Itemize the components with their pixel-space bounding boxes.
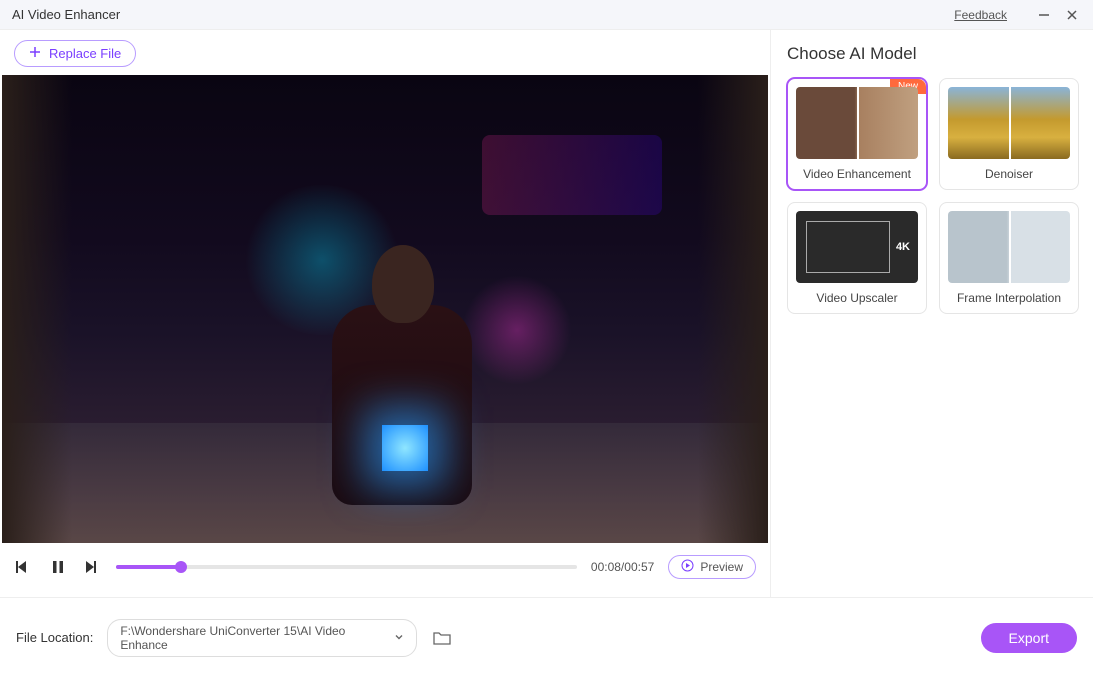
player-controls: 00:08/00:57 Preview [0,543,770,591]
export-button[interactable]: Export [981,623,1077,653]
footer: File Location: F:\Wondershare UniConvert… [0,597,1093,677]
plus-icon [29,46,41,61]
minimize-button[interactable] [1035,6,1053,24]
file-location-select[interactable]: F:\Wondershare UniConverter 15\AI Video … [107,619,417,657]
pause-button[interactable] [48,557,68,577]
right-pane: Choose AI Model New Video Enhancement De… [770,30,1093,597]
model-thumbnail [796,87,918,159]
file-location-label: File Location: [16,630,93,645]
model-denoiser[interactable]: Denoiser [939,78,1079,190]
time-display: 00:08/00:57 [591,560,654,574]
close-button[interactable] [1063,6,1081,24]
model-label: Denoiser [985,167,1033,181]
app-title: AI Video Enhancer [12,7,120,22]
next-frame-button[interactable] [82,557,102,577]
preview-icon [681,559,694,575]
replace-file-button[interactable]: Replace File [14,40,136,67]
model-video-enhancement[interactable]: New Video Enhancement [787,78,927,190]
model-frame-interpolation[interactable]: Frame Interpolation [939,202,1079,314]
prev-frame-button[interactable] [14,557,34,577]
model-thumbnail [796,211,918,283]
model-label: Video Upscaler [816,291,897,305]
progress-slider[interactable] [116,559,577,575]
preview-label: Preview [700,560,743,574]
titlebar: AI Video Enhancer Feedback [0,0,1093,30]
model-thumbnail [948,211,1070,283]
open-folder-button[interactable] [431,628,453,648]
chevron-down-icon [394,631,404,645]
model-thumbnail [948,87,1070,159]
replace-file-label: Replace File [49,46,121,61]
feedback-link[interactable]: Feedback [954,8,1007,22]
model-label: Video Enhancement [803,167,911,181]
video-preview[interactable] [2,75,768,543]
file-location-value: F:\Wondershare UniConverter 15\AI Video … [120,624,394,652]
preview-button[interactable]: Preview [668,555,756,579]
left-pane: Replace File [0,30,770,597]
sidebar-heading: Choose AI Model [787,44,1079,64]
model-label: Frame Interpolation [957,291,1061,305]
model-video-upscaler[interactable]: Video Upscaler [787,202,927,314]
